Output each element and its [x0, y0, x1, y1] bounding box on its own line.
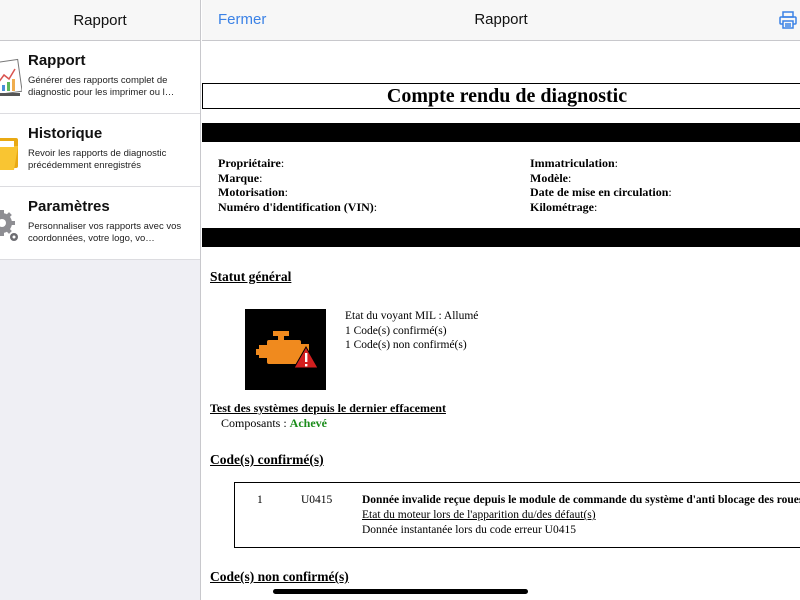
vehicle-info-right: Immatriculation: Modèle: Date de mise en…: [530, 156, 672, 214]
mil-status-text: Etat du voyant MIL : Allumé 1 Code(s) co…: [345, 309, 478, 353]
make-label: Marque: [218, 170, 260, 185]
owner-label: Propriétaire: [218, 156, 281, 170]
first-registration-row: Date de mise en circulation:: [530, 185, 672, 199]
mileage-row: Kilométrage:: [530, 199, 598, 214]
status-heading: Statut général: [210, 269, 292, 284]
model-row: Modèle:: [530, 170, 572, 185]
unconfirmed-count: 1 Code(s) non confirmé(s): [345, 339, 467, 351]
vin-row: Numéro d'identification (VIN):: [218, 199, 378, 214]
main-title: Rapport: [474, 11, 528, 28]
sidebar-nav-bar: Rapport: [0, 0, 200, 41]
registration-label: Immatriculation: [530, 156, 615, 170]
report-document: Compte rendu de diagnostic Propriétaire:…: [202, 41, 800, 600]
engine-state-link[interactable]: Etat du moteur lors de l'apparition du/d…: [362, 509, 596, 521]
sidebar-title: Rapport: [73, 11, 127, 29]
components-status: Achevé: [289, 416, 327, 430]
confirmed-code-entry: 1 U0415 Donnée invalide reçue depuis le …: [234, 482, 800, 548]
freeze-frame-text: Donnée instantanée lors du code erreur U…: [362, 524, 576, 536]
sidebar-item-historique[interactable]: Historique Revoir les rapports de diagno…: [0, 114, 200, 187]
sidebar-item-label: Rapport: [28, 52, 86, 69]
confirmed-codes-heading: Code(s) confirmé(s): [210, 452, 324, 467]
main-nav-bar: Fermer Rapport: [202, 0, 800, 41]
sidebar: Rapport Rapport Générer des rapports com…: [0, 0, 201, 600]
engine-label: Motorisation: [218, 185, 285, 199]
vehicle-info-left: Propriétaire: Marque: Motorisation: Numé…: [218, 156, 377, 214]
code-description: Donnée invalide reçue depuis le module d…: [362, 494, 800, 506]
gear-icon: [0, 201, 22, 247]
printer-icon[interactable]: [778, 10, 798, 30]
sidebar-item-parametres[interactable]: Paramètres Personnaliser vos rapports av…: [0, 187, 200, 260]
mil-state: Etat du voyant MIL : Allumé: [345, 310, 479, 322]
sidebar-list: Rapport Générer des rapports complet de …: [0, 41, 200, 260]
unconfirmed-codes-heading: Code(s) non confirmé(s): [210, 569, 349, 584]
vin-label: Numéro d'identification (VIN): [218, 199, 374, 214]
report-title: Compte rendu de diagnostic: [202, 83, 800, 109]
folder-icon: [0, 128, 22, 174]
components-label: Composants :: [221, 416, 287, 430]
sidebar-item-desc: Revoir les rapports de diagnostic précéd…: [28, 148, 167, 171]
mileage-label: Kilométrage: [530, 199, 594, 214]
model-label: Modèle: [530, 170, 568, 185]
components-row: Composants : Achevé: [221, 416, 327, 431]
sidebar-item-desc: Générer des rapports complet de diagnost…: [28, 75, 175, 98]
sidebar-item-rapport[interactable]: Rapport Générer des rapports complet de …: [0, 41, 200, 114]
sidebar-item-label: Paramètres: [28, 198, 110, 215]
registration-row: Immatriculation:: [530, 156, 618, 170]
confirmed-count: 1 Code(s) confirmé(s): [345, 324, 447, 337]
report-chart-icon: [0, 55, 22, 101]
make-row: Marque:: [218, 170, 263, 185]
code-index: 1: [257, 494, 263, 506]
owner-row: Propriétaire:: [218, 156, 285, 170]
first-registration-label: Date de mise en circulation: [530, 185, 669, 199]
home-indicator[interactable]: [273, 589, 528, 594]
section-divider: [202, 228, 800, 247]
sidebar-item-label: Historique: [28, 125, 103, 142]
section-divider: [202, 123, 800, 142]
engine-row: Motorisation:: [218, 185, 288, 199]
code-id: U0415: [301, 494, 333, 506]
main-panel: Fermer Rapport Compte rendu de diagnosti…: [202, 0, 800, 600]
sidebar-item-desc: Personnaliser vos rapports avec vos coor…: [28, 221, 182, 244]
check-engine-warning-icon: [245, 309, 326, 390]
tests-heading: Test des systèmes depuis le dernier effa…: [210, 401, 446, 415]
